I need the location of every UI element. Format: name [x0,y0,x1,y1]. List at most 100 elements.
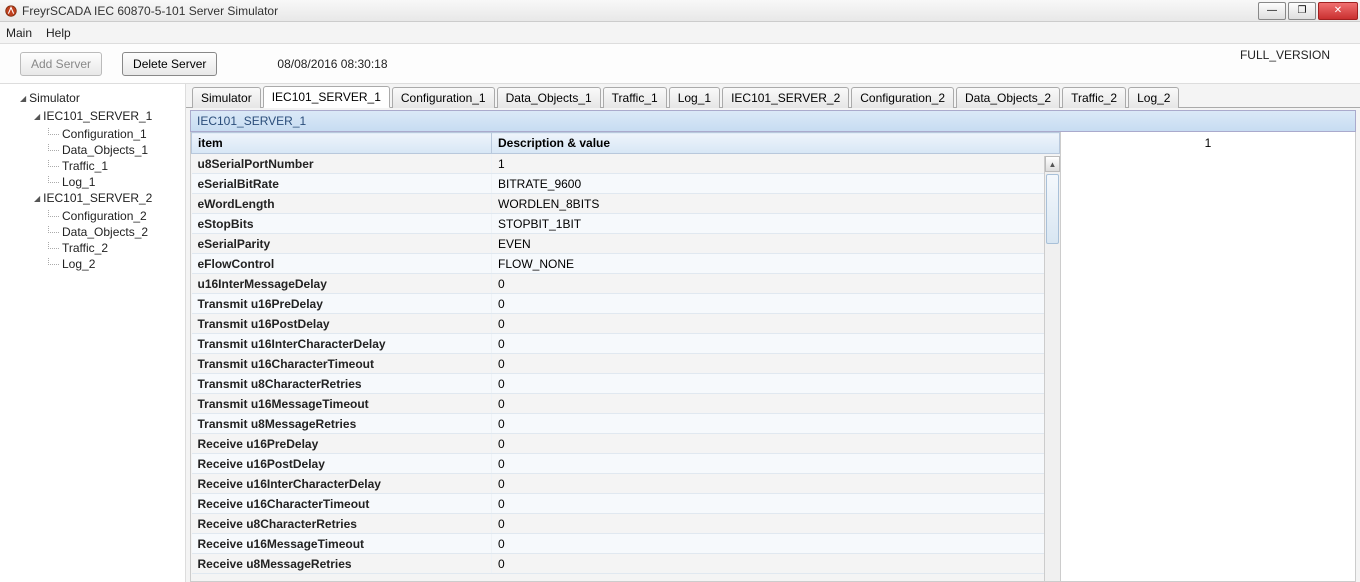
table-row[interactable]: Transmit u16PreDelay0 [192,294,1060,314]
cell-item: Transmit u16MessageTimeout [192,394,492,414]
tree-leaf[interactable]: Traffic_2 [48,240,185,256]
table-row[interactable]: Receive u8MessageRetries0 [192,554,1060,574]
cell-value: 0 [492,434,1060,454]
tab-log_1[interactable]: Log_1 [669,87,720,108]
tree-leaf[interactable]: Log_2 [48,256,185,272]
title-bar: FreyrSCADA IEC 60870-5-101 Server Simula… [0,0,1360,22]
table-row[interactable]: Receive u16InterCharacterDelay0 [192,474,1060,494]
tab-traffic_1[interactable]: Traffic_1 [603,87,667,108]
side-value: 1 [1205,136,1212,150]
cell-item: eStopBits [192,214,492,234]
cell-value: BITRATE_9600 [492,174,1060,194]
table-row[interactable]: Receive u16MessageTimeout0 [192,534,1060,554]
cell-value: WORDLEN_8BITS [492,194,1060,214]
window-title: FreyrSCADA IEC 60870-5-101 Server Simula… [22,4,1258,18]
add-server-button[interactable]: Add Server [20,52,102,76]
table-row[interactable]: Receive u16PostDelay0 [192,454,1060,474]
cell-item: Transmit u16InterCharacterDelay [192,334,492,354]
cell-item: u8SerialPortNumber [192,154,492,174]
main-area: Simulator IEC101_SERVER_1Configuration_1… [0,84,1360,582]
cell-value: 0 [492,494,1060,514]
cell-item: eSerialBitRate [192,174,492,194]
config-table-wrap: item Description & value u8SerialPortNum… [191,132,1061,581]
content-row: item Description & value u8SerialPortNum… [190,132,1356,582]
tab-iec101_server_2[interactable]: IEC101_SERVER_2 [722,87,849,108]
tree-node[interactable]: IEC101_SERVER_1Configuration_1Data_Objec… [34,108,185,190]
tree-leaf[interactable]: Data_Objects_2 [48,224,185,240]
table-row[interactable]: eStopBitsSTOPBIT_1BIT [192,214,1060,234]
table-row[interactable]: Transmit u16PostDelay0 [192,314,1060,334]
table-row[interactable]: Receive u16CharacterTimeout0 [192,494,1060,514]
app-icon [4,4,18,18]
tab-configuration_2[interactable]: Configuration_2 [851,87,954,108]
maximize-button[interactable]: ❐ [1288,2,1316,20]
table-row[interactable]: eSerialBitRateBITRATE_9600 [192,174,1060,194]
cell-item: Receive u16PreDelay [192,434,492,454]
tree-leaf[interactable]: Traffic_1 [48,158,185,174]
scroll-thumb[interactable] [1046,174,1059,244]
cell-item: Receive u16MessageTimeout [192,534,492,554]
cell-item: u16InterMessageDelay [192,274,492,294]
tree-leaf[interactable]: Configuration_2 [48,208,185,224]
tab-iec101_server_1[interactable]: IEC101_SERVER_1 [263,86,390,108]
vertical-scrollbar[interactable]: ▲ [1044,156,1060,581]
cell-item: Receive u16PostDelay [192,454,492,474]
table-row[interactable]: Receive u8CharacterRetries0 [192,514,1060,534]
side-pane: 1 [1061,132,1355,581]
tab-traffic_2[interactable]: Traffic_2 [1062,87,1126,108]
tree-leaf[interactable]: Log_1 [48,174,185,190]
right-pane: SimulatorIEC101_SERVER_1Configuration_1D… [186,84,1360,582]
toolbar: Add Server Delete Server 08/08/2016 08:3… [0,44,1360,84]
cell-value: 0 [492,294,1060,314]
table-row[interactable]: Receive u16PreDelay0 [192,434,1060,454]
cell-value: 1 [492,154,1060,174]
table-row[interactable]: Transmit u16InterCharacterDelay0 [192,334,1060,354]
table-row[interactable]: Transmit u8MessageRetries0 [192,414,1060,434]
tab-data_objects_1[interactable]: Data_Objects_1 [497,87,601,108]
menu-bar: Main Help [0,22,1360,44]
cell-value: 0 [492,274,1060,294]
table-row[interactable]: eWordLengthWORDLEN_8BITS [192,194,1060,214]
scroll-up-arrow[interactable]: ▲ [1045,156,1060,172]
delete-server-button[interactable]: Delete Server [122,52,217,76]
cell-item: Receive u16CharacterTimeout [192,494,492,514]
table-row[interactable]: Transmit u16CharacterTimeout0 [192,354,1060,374]
cell-value: 0 [492,394,1060,414]
minimize-button[interactable]: — [1258,2,1286,20]
tree-node[interactable]: IEC101_SERVER_2Configuration_2Data_Objec… [34,190,185,272]
config-table: item Description & value u8SerialPortNum… [191,132,1060,574]
table-row[interactable]: eSerialParityEVEN [192,234,1060,254]
table-row[interactable]: u8SerialPortNumber1 [192,154,1060,174]
cell-value: 0 [492,534,1060,554]
cell-value: 0 [492,314,1060,334]
tab-configuration_1[interactable]: Configuration_1 [392,87,495,108]
tree-leaf[interactable]: Configuration_1 [48,126,185,142]
cell-item: Receive u8MessageRetries [192,554,492,574]
cell-item: Transmit u8MessageRetries [192,414,492,434]
menu-help[interactable]: Help [46,26,71,40]
cell-value: 0 [492,414,1060,434]
tree-root[interactable]: Simulator IEC101_SERVER_1Configuration_1… [20,90,185,272]
menu-main[interactable]: Main [6,26,32,40]
cell-value: 0 [492,454,1060,474]
cell-item: Receive u8CharacterRetries [192,514,492,534]
tree-view[interactable]: Simulator IEC101_SERVER_1Configuration_1… [0,84,186,582]
tab-data_objects_2[interactable]: Data_Objects_2 [956,87,1060,108]
cell-value: 0 [492,514,1060,534]
cell-value: 0 [492,374,1060,394]
cell-value: STOPBIT_1BIT [492,214,1060,234]
close-button[interactable]: ✕ [1318,2,1358,20]
tab-simulator[interactable]: Simulator [192,87,261,108]
tab-strip: SimulatorIEC101_SERVER_1Configuration_1D… [186,84,1360,108]
cell-item: Transmit u16PostDelay [192,314,492,334]
table-row[interactable]: Transmit u16MessageTimeout0 [192,394,1060,414]
table-row[interactable]: Transmit u8CharacterRetries0 [192,374,1060,394]
table-row[interactable]: u16InterMessageDelay0 [192,274,1060,294]
col-desc[interactable]: Description & value [492,133,1060,154]
tab-log_2[interactable]: Log_2 [1128,87,1179,108]
version-label: FULL_VERSION [1240,48,1330,62]
tree-leaf[interactable]: Data_Objects_1 [48,142,185,158]
cell-item: Receive u16InterCharacterDelay [192,474,492,494]
col-item[interactable]: item [192,133,492,154]
table-row[interactable]: eFlowControlFLOW_NONE [192,254,1060,274]
